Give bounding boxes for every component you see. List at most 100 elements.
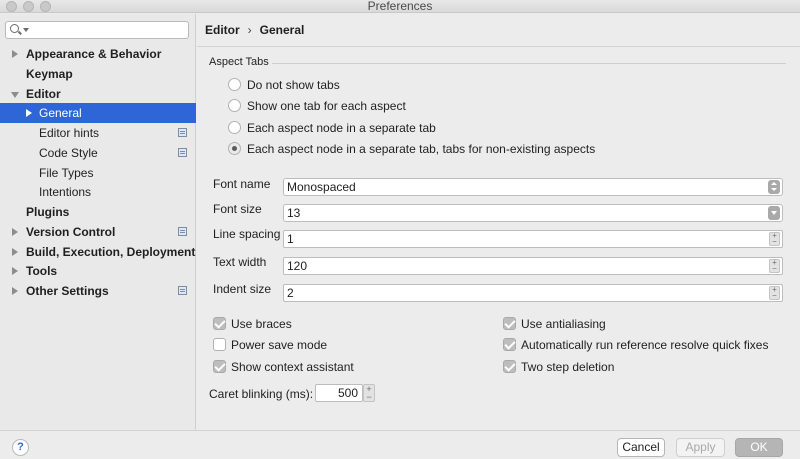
use-antialiasing-checkbox[interactable] [503, 317, 516, 330]
radio-button[interactable] [228, 99, 241, 112]
sidebar-item-version-control[interactable]: Version Control [0, 222, 196, 242]
power-save-mode-checkbox[interactable] [213, 338, 226, 351]
radio-label: Show one tab for each aspect [247, 99, 406, 113]
project-settings-icon [178, 148, 187, 157]
sidebar-item-label: Version Control [26, 225, 116, 239]
project-settings-icon [178, 286, 187, 295]
group-divider [272, 63, 786, 64]
line-spacing-value: 1 [287, 232, 294, 246]
radio-label: Each aspect node in a separate tab [247, 121, 436, 135]
sidebar-item-general[interactable]: General [0, 103, 196, 123]
expand-arrow-icon[interactable] [26, 109, 32, 117]
window-title: Preferences [367, 0, 433, 13]
ok-button[interactable]: OK [735, 438, 783, 457]
indent-size-input[interactable]: 2 + − [283, 284, 783, 302]
expand-arrow-icon[interactable] [12, 287, 18, 295]
caret-blinking-label: Caret blinking (ms): [209, 387, 314, 401]
project-settings-icon [178, 128, 187, 137]
sidebar-item-appearance-behavior[interactable]: Appearance & Behavior [0, 44, 196, 64]
sidebar-item-keymap[interactable]: Keymap [0, 64, 196, 84]
text-width-value: 120 [287, 259, 308, 273]
sidebar-item-code-style[interactable]: Code Style [0, 143, 196, 163]
expand-arrow-icon[interactable] [12, 228, 18, 236]
header-divider [197, 46, 800, 47]
checkbox-label: Two step deletion [521, 360, 615, 374]
sidebar-item-intentions[interactable]: Intentions [0, 182, 196, 202]
expand-arrow-icon[interactable] [12, 248, 18, 256]
up-down-arrows-icon[interactable] [768, 180, 780, 194]
sidebar-item-build-execution-deployment[interactable]: Build, Execution, Deployment [0, 242, 196, 262]
checkbox-label: Show context assistant [231, 360, 354, 374]
sidebar-item-tools[interactable]: Tools [0, 261, 196, 281]
sidebar-item-label: Other Settings [26, 284, 109, 298]
font-size-value: 13 [287, 206, 301, 220]
sidebar-item-label: Tools [26, 264, 58, 278]
expand-arrow-icon[interactable] [12, 267, 18, 275]
sidebar-item-other-settings[interactable]: Other Settings [0, 281, 196, 301]
project-settings-icon [178, 227, 187, 236]
caret-blinking-value: 500 [337, 386, 358, 400]
search-options-dropdown-icon[interactable] [23, 28, 29, 32]
font-size-select[interactable]: 13 [283, 204, 783, 222]
sidebar-item-label: Code Style [39, 146, 98, 160]
settings-search[interactable] [5, 21, 189, 39]
settings-sidebar: Appearance & Behavior Keymap Editor Gene… [0, 14, 196, 430]
title-bar: Preferences [0, 0, 800, 13]
font-name-select[interactable]: Monospaced [283, 178, 783, 196]
radio-button[interactable] [228, 121, 241, 134]
checkbox-label: Use braces [231, 317, 292, 331]
sidebar-item-label: File Types [39, 166, 94, 180]
aspect-tabs-group-title: Aspect Tabs [209, 56, 269, 68]
breadcrumb: Editor › General [205, 22, 304, 38]
search-input[interactable] [30, 22, 186, 38]
breadcrumb-current: General [259, 23, 305, 37]
show-context-assistant-checkbox[interactable] [213, 360, 226, 373]
radio-label: Do not show tabs [247, 78, 340, 92]
sidebar-item-label: Appearance & Behavior [26, 47, 162, 61]
apply-button[interactable]: Apply [676, 438, 725, 457]
font-name-label: Font name [213, 177, 271, 191]
line-spacing-label: Line spacing [213, 227, 281, 241]
sidebar-item-label: Keymap [26, 67, 73, 81]
plus-minus-stepper-icon[interactable]: + − [769, 232, 780, 246]
breadcrumb-parent[interactable]: Editor [205, 23, 240, 37]
plus-minus-stepper-icon[interactable]: + − [769, 259, 780, 273]
sidebar-item-label: General [39, 106, 82, 120]
font-size-label: Font size [213, 202, 262, 216]
settings-content: Editor › General Aspect Tabs Do not show t… [197, 14, 800, 430]
help-button[interactable]: ? [12, 439, 29, 456]
checkbox-label: Power save mode [231, 338, 328, 352]
radio-button[interactable] [228, 78, 241, 91]
indent-size-value: 2 [287, 286, 294, 300]
sidebar-item-label: Plugins [26, 205, 70, 219]
line-spacing-input[interactable]: 1 + − [283, 230, 783, 248]
sidebar-item-label: Editor hints [39, 126, 100, 140]
chevron-down-icon[interactable] [768, 206, 780, 220]
use-braces-checkbox[interactable] [213, 317, 226, 330]
auto-run-quick-fixes-checkbox[interactable] [503, 338, 516, 351]
checkbox-label: Automatically run reference resolve quic… [521, 338, 769, 352]
text-width-input[interactable]: 120 + − [283, 257, 783, 275]
indent-size-label: Indent size [213, 282, 272, 296]
sidebar-item-label: Build, Execution, Deployment [26, 245, 196, 259]
radio-label: Each aspect node in a separate tab, tabs… [247, 142, 596, 156]
sidebar-item-file-types[interactable]: File Types [0, 163, 196, 183]
radio-button-selected[interactable] [228, 142, 241, 155]
caret-blinking-stepper-icon[interactable]: + − [363, 384, 375, 402]
font-name-value: Monospaced [287, 180, 356, 194]
plus-minus-stepper-icon[interactable]: + − [769, 286, 780, 300]
sidebar-item-label: Intentions [39, 185, 92, 199]
sidebar-item-editor[interactable]: Editor [0, 84, 196, 104]
text-width-label: Text width [213, 255, 267, 269]
search-icon [10, 24, 19, 33]
caret-blinking-input[interactable]: 500 [315, 384, 363, 402]
expand-arrow-icon[interactable] [12, 50, 18, 58]
two-step-deletion-checkbox[interactable] [503, 360, 516, 373]
sidebar-item-plugins[interactable]: Plugins [0, 202, 196, 222]
sidebar-item-editor-hints[interactable]: Editor hints [0, 123, 196, 143]
cancel-button[interactable]: Cancel [617, 438, 665, 457]
sidebar-item-label: Editor [26, 87, 61, 101]
breadcrumb-separator: › [247, 23, 252, 37]
checkbox-label: Use antialiasing [521, 317, 606, 331]
collapse-arrow-icon[interactable] [11, 92, 19, 98]
